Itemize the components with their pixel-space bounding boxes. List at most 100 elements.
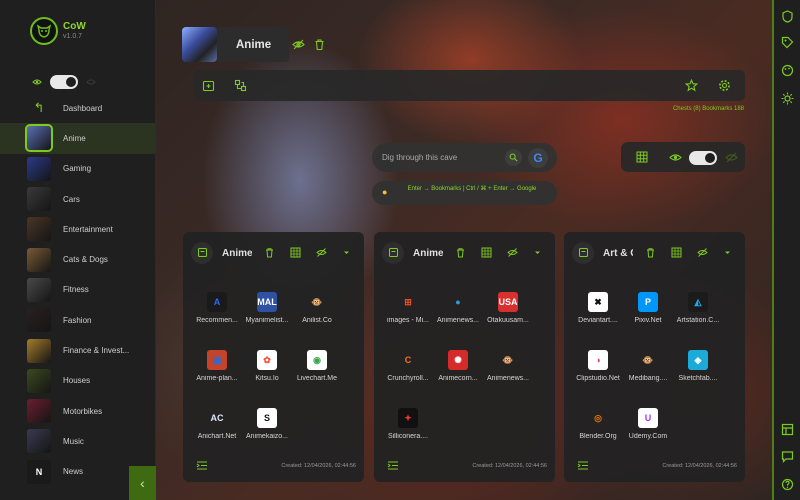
bookmark-favicon-icon: ◈ (688, 350, 708, 370)
bookmark-tile[interactable]: ✦ Silliconera.... (385, 408, 431, 440)
sidebar-item-motorbikes[interactable]: Motorbikes (0, 396, 156, 426)
chest-menu-button[interactable] (722, 247, 733, 258)
sidebar-item-anime[interactable]: Anime (0, 123, 156, 154)
help-icon[interactable] (781, 478, 794, 491)
palette-icon[interactable] (781, 64, 794, 77)
bookmark-favicon-icon: ▣ (207, 350, 227, 370)
trash-icon (457, 248, 464, 258)
toggle-knob (705, 153, 715, 163)
sidebar-item-gaming[interactable]: Gaming (0, 154, 156, 184)
collapse-sidebar-button[interactable]: ‹ (129, 466, 156, 500)
bookmark-tile[interactable]: ◈ Sketchfab.... (675, 350, 721, 382)
bookmark-tile[interactable]: ◑ Clipstudio.Net (575, 350, 621, 382)
bookmark-tile[interactable]: ⊞ images - Mi... (385, 292, 431, 325)
grid-layout-button[interactable] (481, 247, 492, 258)
bookmark-tile[interactable]: ◎ Blender.Org (575, 408, 621, 441)
bookmark-tile[interactable]: USA Otakuusam... (485, 292, 531, 324)
indent-icon (577, 461, 588, 470)
sidebar-item-fashion[interactable]: Fashion (0, 305, 156, 335)
sidebar-item-fitness[interactable]: Fitness (0, 275, 156, 305)
structure-button[interactable] (234, 79, 247, 92)
bookmark-favicon-icon: MAL (257, 292, 277, 312)
delete-chest-button[interactable] (455, 247, 466, 258)
bookmark-tile[interactable]: ✖ Deviantart.... (575, 292, 621, 324)
bookmark-label: Pixiv.Net (634, 317, 662, 324)
delete-category-button[interactable] (313, 38, 326, 51)
hide-chest-button[interactable] (316, 247, 327, 258)
grid-layout-button[interactable] (290, 247, 301, 258)
app-logo[interactable] (30, 17, 58, 45)
chest-menu-button[interactable] (341, 247, 352, 258)
box-icon (389, 248, 398, 257)
delete-chest-button[interactable] (645, 247, 656, 258)
grid-icon (481, 247, 492, 258)
category-thumbnail (27, 156, 51, 181)
grid-layout-button[interactable] (671, 247, 682, 258)
chat-icon[interactable] (781, 450, 794, 463)
sidebar-item-cats-dogs[interactable]: Cats & Dogs (0, 244, 156, 274)
bookmark-tile[interactable]: ● Animenews... (435, 292, 481, 324)
bookmark-label: Anichart.Net (197, 433, 237, 440)
bookmark-tile[interactable]: U Udemy.Com (625, 408, 671, 440)
expand-chest-button[interactable] (577, 461, 589, 470)
page-title: Anime (236, 38, 272, 51)
bookmark-tile[interactable]: 🐵 Medibang.... (625, 350, 671, 383)
bookmark-label: Udemy.Com (628, 433, 668, 440)
bookmark-tile[interactable]: A Recommen... (194, 292, 240, 324)
sidebar-item-houses[interactable]: Houses (0, 366, 156, 396)
trash-icon (266, 248, 273, 258)
favorite-button[interactable] (685, 79, 698, 92)
hide-chest-button[interactable] (507, 247, 518, 258)
hide-button[interactable] (725, 151, 738, 164)
bookmark-tile[interactable]: 🐵 Anilist.Co (294, 292, 340, 325)
sidebar-item-label: Fitness (63, 285, 89, 295)
category-thumbnail (27, 368, 51, 393)
delete-chest-button[interactable] (264, 247, 275, 258)
hidden-toggle[interactable] (689, 151, 717, 165)
box-icon (198, 248, 207, 257)
add-chest-button[interactable] (202, 79, 215, 92)
category-thumbnail (27, 429, 51, 454)
layout-icon[interactable] (781, 423, 794, 436)
bookmark-tile[interactable]: ◉ Livechart.Me (294, 350, 340, 382)
bookmark-tile[interactable]: S Animekaizo... (244, 408, 290, 440)
bookmark-tile[interactable]: ✿ Kitsu.Io (244, 350, 290, 382)
chest-menu-button[interactable] (532, 247, 543, 258)
sidebar-item-label: Finance & Invest... (63, 346, 130, 356)
bookmark-label: Artstation.C... (676, 317, 720, 324)
search-input[interactable] (382, 149, 502, 166)
sun-icon[interactable] (781, 92, 794, 105)
bookmark-tile[interactable]: 🐵 Animenews... (485, 350, 531, 383)
hide-category-button[interactable] (292, 38, 305, 51)
settings-button[interactable] (718, 79, 731, 92)
bookmark-tile[interactable]: ▣ Anime-plan... (194, 350, 240, 382)
bookmark-tile[interactable]: ✺ Animecorn... (435, 350, 481, 382)
hide-chest-button[interactable] (697, 247, 708, 258)
sidebar-item-entertainment[interactable]: Entertainment (0, 214, 156, 244)
tag-icon[interactable] (781, 36, 794, 49)
bookmark-tile[interactable]: ◭ Artstation.C... (675, 292, 721, 324)
google-search-button[interactable]: G (528, 148, 548, 168)
category-thumbnail[interactable] (182, 27, 217, 62)
right-rail (772, 0, 800, 500)
shield-icon[interactable] (781, 10, 794, 23)
sidebar-item-finance-invest[interactable]: Finance & Invest... (0, 335, 156, 365)
visibility-switch[interactable] (50, 75, 78, 89)
sidebar-item-dashboard[interactable]: ↰ Dashboard (0, 93, 156, 123)
bookmark-tile[interactable]: MAL Myanimelist... (244, 292, 290, 324)
sidebar-item-cars[interactable]: Cars (0, 184, 156, 214)
sidebar-item-music[interactable]: Music (0, 426, 156, 456)
bookmark-label: Myanimelist... (245, 317, 289, 324)
bookmark-tile[interactable]: P Pixiv.Net (625, 292, 671, 324)
grid-view-button[interactable] (636, 151, 648, 163)
bookmark-tile[interactable]: C Crunchyroll... (385, 350, 431, 382)
bookmark-tile[interactable]: AC Anichart.Net (194, 408, 240, 440)
app-name: CoW (63, 21, 86, 32)
expand-chest-button[interactable] (196, 461, 208, 470)
search-button[interactable] (505, 149, 522, 166)
show-hidden-button[interactable] (669, 151, 682, 164)
grid-icon (636, 151, 648, 163)
eye-off-icon (697, 248, 708, 257)
expand-chest-button[interactable] (387, 461, 399, 470)
bookmark-favicon-icon: 🐵 (642, 354, 654, 365)
